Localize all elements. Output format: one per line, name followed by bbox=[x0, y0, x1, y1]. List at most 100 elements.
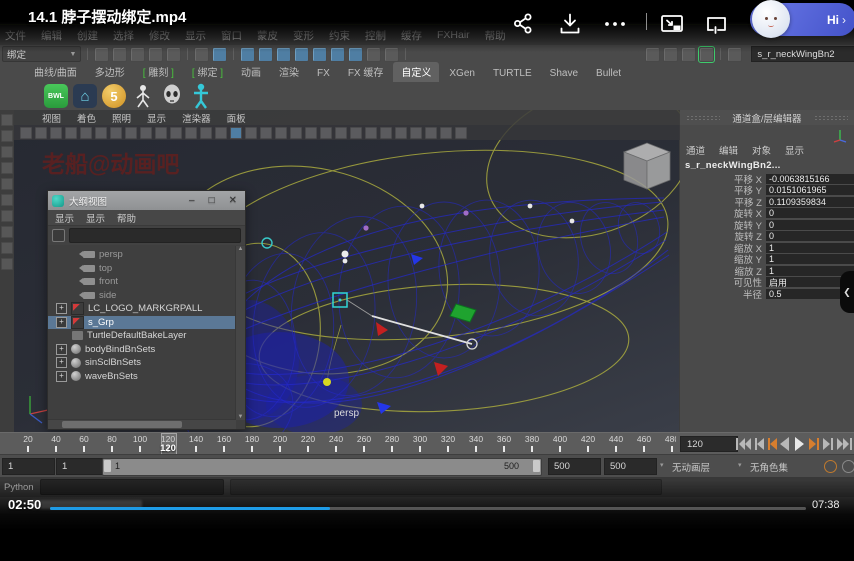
character-set-dropdown[interactable]: 无角色集 bbox=[750, 460, 788, 474]
expand-icon[interactable]: + bbox=[56, 344, 67, 355]
shelf-tab-turtle[interactable]: TURTLE bbox=[485, 66, 540, 82]
share-icon[interactable] bbox=[512, 12, 536, 36]
bwl-shelf-icon[interactable]: BWL bbox=[44, 84, 68, 108]
seek-bar[interactable] bbox=[50, 507, 806, 510]
attr-value[interactable]: 0 bbox=[766, 220, 854, 230]
timeline-tick[interactable]: 320 bbox=[434, 434, 462, 452]
more-icon[interactable] bbox=[602, 12, 628, 36]
outliner-item-bakelayer[interactable]: TurtleDefaultBakeLayer bbox=[48, 329, 236, 343]
timeline-tick[interactable]: 80 bbox=[98, 434, 126, 452]
head-shelf-icon[interactable] bbox=[160, 84, 184, 108]
attr-value[interactable]: -0.0063815166 bbox=[766, 174, 854, 184]
toolbar-icon[interactable] bbox=[410, 127, 422, 139]
attr-value[interactable]: 0 bbox=[766, 231, 854, 241]
timeline-tick[interactable]: 260 bbox=[350, 434, 378, 452]
toolbar-icon[interactable] bbox=[110, 127, 122, 139]
toolbar-icon[interactable] bbox=[305, 127, 317, 139]
toolbar-icon[interactable] bbox=[320, 127, 332, 139]
outliner-search-input[interactable] bbox=[69, 228, 241, 243]
picture-in-picture-icon[interactable] bbox=[660, 12, 686, 36]
coin-shelf-icon[interactable]: 5 bbox=[102, 84, 126, 108]
timeline-tick[interactable]: 480 bbox=[658, 434, 676, 452]
shelf-tab-xgen[interactable]: XGen bbox=[441, 66, 483, 82]
outliner-menu-display[interactable]: 显示 bbox=[55, 211, 74, 225]
toolbar-icon[interactable] bbox=[50, 127, 62, 139]
toolbar-icon[interactable] bbox=[455, 127, 467, 139]
outliner-item-set[interactable]: +waveBnSets bbox=[48, 370, 236, 384]
cb-menu-show[interactable]: 显示 bbox=[785, 143, 804, 157]
timeline-tick[interactable]: 460 bbox=[630, 434, 658, 452]
expand-icon[interactable]: + bbox=[56, 303, 67, 314]
view-cube[interactable] bbox=[624, 143, 670, 189]
toolbar-icon[interactable] bbox=[365, 127, 377, 139]
outliner-item-side[interactable]: side bbox=[48, 289, 236, 303]
toolbar-icon[interactable] bbox=[1, 130, 13, 142]
timeline-tick[interactable]: 40 bbox=[42, 434, 70, 452]
timeline-tick[interactable]: 380 bbox=[518, 434, 546, 452]
toolbar-icon[interactable] bbox=[245, 127, 257, 139]
auto-keyframe-icon[interactable] bbox=[824, 460, 837, 473]
shelf-tab-bullet[interactable]: Bullet bbox=[588, 66, 629, 82]
outliner-vertical-scrollbar[interactable]: ▲▼ bbox=[235, 246, 245, 420]
toolbar-icon[interactable] bbox=[1, 258, 13, 270]
timeline-tick[interactable]: 160 bbox=[210, 434, 238, 452]
minimize-icon[interactable]: – bbox=[189, 195, 195, 206]
timeline-tick[interactable]: 440 bbox=[602, 434, 630, 452]
outliner-item-set[interactable]: +bodyBindBnSets bbox=[48, 343, 236, 357]
timeline-ticks[interactable]: 2040608010012014016018020022024026028030… bbox=[0, 433, 676, 455]
panel-menu-panels[interactable]: 面板 bbox=[227, 111, 246, 125]
toolbar-icon[interactable] bbox=[350, 127, 362, 139]
attr-value[interactable]: 0.0151061965 bbox=[766, 185, 854, 195]
channel-box-object-name[interactable]: s_r_neckWingBn2... bbox=[685, 160, 781, 171]
outliner-item-persp[interactable]: persp bbox=[48, 248, 236, 262]
outliner-item-selected[interactable]: +s_Grp bbox=[48, 316, 236, 330]
shelf-tab-custom[interactable]: 自定义 bbox=[393, 62, 439, 82]
toolbar-icon[interactable] bbox=[1, 162, 13, 174]
timeline-tick[interactable]: 200 bbox=[266, 434, 294, 452]
panel-menu-lighting[interactable]: 照明 bbox=[112, 111, 131, 125]
timeline-tick[interactable]: 20 bbox=[14, 434, 42, 452]
toolbar-icon[interactable] bbox=[260, 127, 272, 139]
download-icon[interactable] bbox=[558, 12, 582, 36]
skeleton-shelf-icon[interactable] bbox=[189, 84, 213, 108]
playback-end-field[interactable]: 500 bbox=[548, 458, 601, 475]
animation-start-field[interactable]: 1 bbox=[2, 458, 55, 475]
toolbar-icon[interactable] bbox=[275, 127, 287, 139]
panel-menu-view[interactable]: 视图 bbox=[42, 111, 61, 125]
attr-value[interactable]: 1 bbox=[766, 266, 854, 276]
timeline-tick[interactable]: 220 bbox=[294, 434, 322, 452]
timeline-tick[interactable]: 140 bbox=[182, 434, 210, 452]
timeline-tick[interactable]: 400 bbox=[546, 434, 574, 452]
toolbar-icon[interactable] bbox=[185, 127, 197, 139]
timeline-tick[interactable]: 360 bbox=[490, 434, 518, 452]
toolbar-icon[interactable] bbox=[1, 210, 13, 222]
cb-menu-edit[interactable]: 编辑 bbox=[719, 143, 738, 157]
toolbar-icon[interactable] bbox=[200, 127, 212, 139]
timeline-tick[interactable]: 60 bbox=[70, 434, 98, 452]
toolbar-icon[interactable] bbox=[1, 194, 13, 206]
playback-start-field[interactable]: 1 bbox=[56, 458, 105, 475]
toolbar-icon[interactable] bbox=[1, 226, 13, 238]
toolbar-icon[interactable] bbox=[1, 178, 13, 190]
shelf-tab-animation[interactable]: 动画 bbox=[233, 62, 269, 82]
outliner-horizontal-scrollbar[interactable] bbox=[48, 419, 236, 429]
timeline-tick[interactable]: 300 bbox=[406, 434, 434, 452]
toolbar-icon[interactable] bbox=[215, 127, 227, 139]
toolbar-icon[interactable] bbox=[1, 146, 13, 158]
expand-icon[interactable]: + bbox=[56, 357, 67, 368]
maximize-icon[interactable]: □ bbox=[209, 195, 215, 206]
animation-prefs-icon[interactable] bbox=[842, 460, 854, 473]
panel-menu-show[interactable]: 显示 bbox=[147, 111, 166, 125]
anim-layer-dropdown[interactable]: 无动画层 bbox=[672, 460, 710, 474]
home-shelf-icon[interactable]: ⌂ bbox=[73, 84, 97, 108]
playback-controls[interactable] bbox=[736, 436, 854, 452]
timeline-tick[interactable]: 280 bbox=[378, 434, 406, 452]
toolbar-icon[interactable] bbox=[425, 127, 437, 139]
outliner-menu-show[interactable]: 显示 bbox=[86, 211, 105, 225]
channel-box-header[interactable]: 通道盒/层编辑器 bbox=[680, 110, 854, 125]
time-slider[interactable]: 2040608010012014016018020022024026028030… bbox=[0, 432, 854, 455]
outliner-window[interactable]: 大纲视图 – □ ✕ 显示 显示 帮助 bbox=[47, 190, 246, 430]
toolbar-icon[interactable] bbox=[290, 127, 302, 139]
toolbar-icon[interactable] bbox=[395, 127, 407, 139]
toolbar-icon[interactable] bbox=[440, 127, 452, 139]
